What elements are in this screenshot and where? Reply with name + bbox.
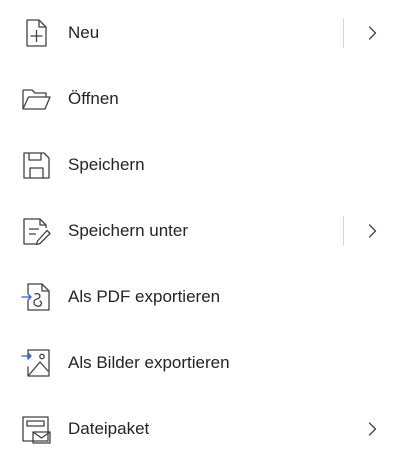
save-as-icon	[20, 215, 52, 247]
folder-open-icon	[20, 83, 52, 115]
menu-item-export-pdf[interactable]: Als PDF exportieren	[0, 264, 419, 330]
menu-item-save-as[interactable]: Speichern unter	[0, 198, 419, 264]
menu-item-save[interactable]: Speichern	[0, 132, 419, 198]
save-icon	[20, 149, 52, 181]
menu-item-label: Dateipaket	[68, 419, 150, 438]
file-package-icon	[20, 413, 52, 445]
menu-item-label: Speichern unter	[68, 221, 189, 240]
new-document-icon	[20, 17, 52, 49]
submenu-divider	[343, 216, 344, 246]
menu-item-new[interactable]: Neu	[0, 0, 419, 66]
menu-item-file-package[interactable]: Dateipaket	[0, 396, 419, 459]
menu-item-open[interactable]: Öffnen	[0, 66, 419, 132]
chevron-right-icon[interactable]	[362, 221, 382, 241]
menu-item-label: Als PDF exportieren	[68, 287, 221, 306]
export-images-icon	[20, 347, 52, 379]
chevron-right-icon[interactable]	[362, 23, 382, 43]
export-pdf-icon	[20, 281, 52, 313]
chevron-right-icon[interactable]	[362, 419, 382, 439]
menu-item-label: Speichern	[68, 155, 145, 174]
menu-item-label: Neu	[68, 23, 100, 42]
menu-item-label: Öffnen	[68, 89, 119, 108]
menu-item-export-images[interactable]: Als Bilder exportieren	[0, 330, 419, 396]
menu-item-label: Als Bilder exportieren	[68, 353, 230, 372]
submenu-divider	[343, 18, 344, 48]
file-menu: Neu Öffnen Speichern Speichern unter Als…	[0, 0, 419, 459]
